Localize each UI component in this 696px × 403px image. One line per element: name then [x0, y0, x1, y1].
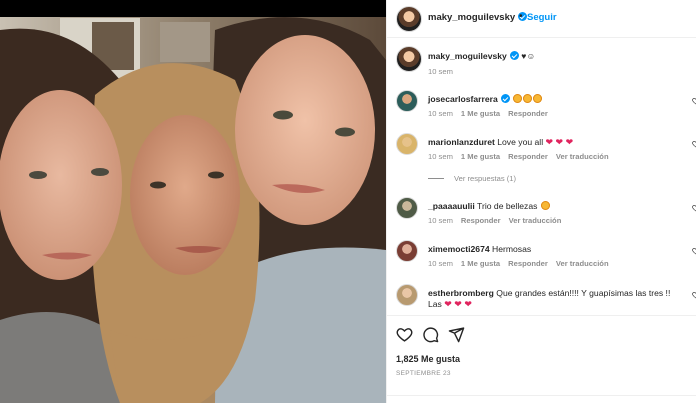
comment-avatar[interactable]	[396, 284, 418, 306]
heart-eyes-emoji-icon	[533, 94, 543, 103]
post-header: maky_moguilevsky • Seguir	[387, 0, 696, 38]
post-panel: maky_moguilevsky • Seguir maky_moguilevs…	[386, 0, 696, 403]
caption-time[interactable]: 10 sem	[428, 67, 453, 76]
comment-time[interactable]: 10 sem	[428, 216, 453, 225]
comment-meta: 10 sem 1 Me gusta Responder Ver traducción	[428, 259, 617, 268]
author-avatar[interactable]	[396, 6, 422, 32]
comment-likes[interactable]: 1 Me gusta	[461, 259, 500, 268]
comment-time[interactable]: 10 sem	[428, 152, 453, 161]
reply-button[interactable]: Responder	[508, 109, 548, 118]
comment-likes[interactable]: 1 Me gusta	[461, 109, 500, 118]
comment-body: Trio de bellezas	[477, 201, 538, 211]
caption-avatar[interactable]	[396, 46, 422, 72]
reply-button[interactable]: Responder	[508, 152, 548, 161]
separator-dot: •	[519, 11, 523, 22]
replies-line	[428, 178, 444, 179]
comment-like-heart-icon[interactable]	[692, 247, 696, 255]
view-replies-button[interactable]: Ver respuestas (1)	[428, 174, 516, 183]
comment-meta: 10 sem Responder Ver traducción	[428, 216, 569, 225]
heart-eyes-emoji-icon	[540, 201, 550, 210]
author-username[interactable]: maky_moguilevsky	[428, 12, 528, 23]
comment-text: josecarlosfarrera	[428, 94, 683, 105]
comment-like-heart-icon[interactable]	[692, 291, 696, 299]
comment-body: Hermosas	[492, 244, 532, 254]
comment-body: Love you all	[497, 137, 544, 147]
comment-avatar[interactable]	[396, 240, 418, 262]
caption-body: ♥︎☺︎	[521, 51, 536, 61]
comment-text: estherbromberg Que grandes están!!!! Y g…	[428, 288, 683, 310]
add-comment-row[interactable]	[387, 395, 696, 403]
view-replies-label[interactable]: Ver respuestas (1)	[454, 174, 516, 183]
comment-avatar[interactable]	[396, 197, 418, 219]
comment-like-heart-icon[interactable]	[692, 204, 696, 212]
comment-meta: 10 sem 1 Me gusta Responder Ver traducción	[428, 152, 617, 161]
comment-username[interactable]: ximemocti2674	[428, 244, 490, 254]
heart-icon[interactable]	[396, 326, 413, 343]
likes-count[interactable]: 1,825 Me gusta	[396, 354, 460, 364]
comment-time[interactable]: 10 sem	[428, 109, 453, 118]
reply-button[interactable]: Responder	[461, 216, 501, 225]
post-photo[interactable]	[0, 0, 386, 403]
verified-badge-icon	[509, 51, 519, 60]
comment-avatar[interactable]	[396, 133, 418, 155]
comment-username[interactable]: _paaaauulii	[428, 201, 475, 211]
photo-illustration	[0, 0, 386, 403]
comment-username[interactable]: estherbromberg	[428, 288, 494, 298]
caption-meta: 10 sem	[428, 67, 461, 76]
caption-text: maky_moguilevsky ♥︎☺︎	[428, 51, 683, 62]
follow-button[interactable]: Seguir	[527, 12, 557, 23]
comment-likes[interactable]: 1 Me gusta	[461, 152, 500, 161]
photo-top-bar	[0, 0, 386, 17]
comment-icon[interactable]	[422, 326, 439, 343]
comment-text: _paaaauulii Trio de bellezas	[428, 201, 683, 212]
share-icon[interactable]	[448, 326, 465, 343]
post-date: SEPTIEMBRE 23	[396, 370, 451, 377]
reply-button[interactable]: Responder	[508, 259, 548, 268]
comment-like-heart-icon[interactable]	[692, 97, 696, 105]
translate-button[interactable]: Ver traducción	[509, 216, 562, 225]
comment-avatar[interactable]	[396, 90, 418, 112]
verified-badge-icon	[500, 94, 510, 103]
caption-username[interactable]: maky_moguilevsky	[428, 51, 507, 61]
comment-username[interactable]: marionlanzduret	[428, 137, 495, 147]
comment-text: ximemocti2674 Hermosas	[428, 244, 683, 255]
heart-eyes-emoji-icon	[513, 94, 523, 103]
comment-meta: 10 sem 1 Me gusta Responder	[428, 109, 556, 118]
author-username-text[interactable]: maky_moguilevsky	[428, 12, 515, 23]
post-actions: 1,825 Me gusta SEPTIEMBRE 23	[387, 315, 696, 403]
translate-button[interactable]: Ver traducción	[556, 259, 609, 268]
translate-button[interactable]: Ver traducción	[556, 152, 609, 161]
red-hearts: ❤ ❤ ❤	[545, 137, 574, 147]
red-hearts: ❤ ❤ ❤	[444, 299, 472, 309]
comment-username[interactable]: josecarlosfarrera	[428, 94, 498, 104]
heart-eyes-emoji-icon	[523, 94, 533, 103]
comment-time[interactable]: 10 sem	[428, 259, 453, 268]
comment-text: marionlanzduret Love you all ❤ ❤ ❤	[428, 137, 683, 148]
comment-like-heart-icon[interactable]	[692, 140, 696, 148]
